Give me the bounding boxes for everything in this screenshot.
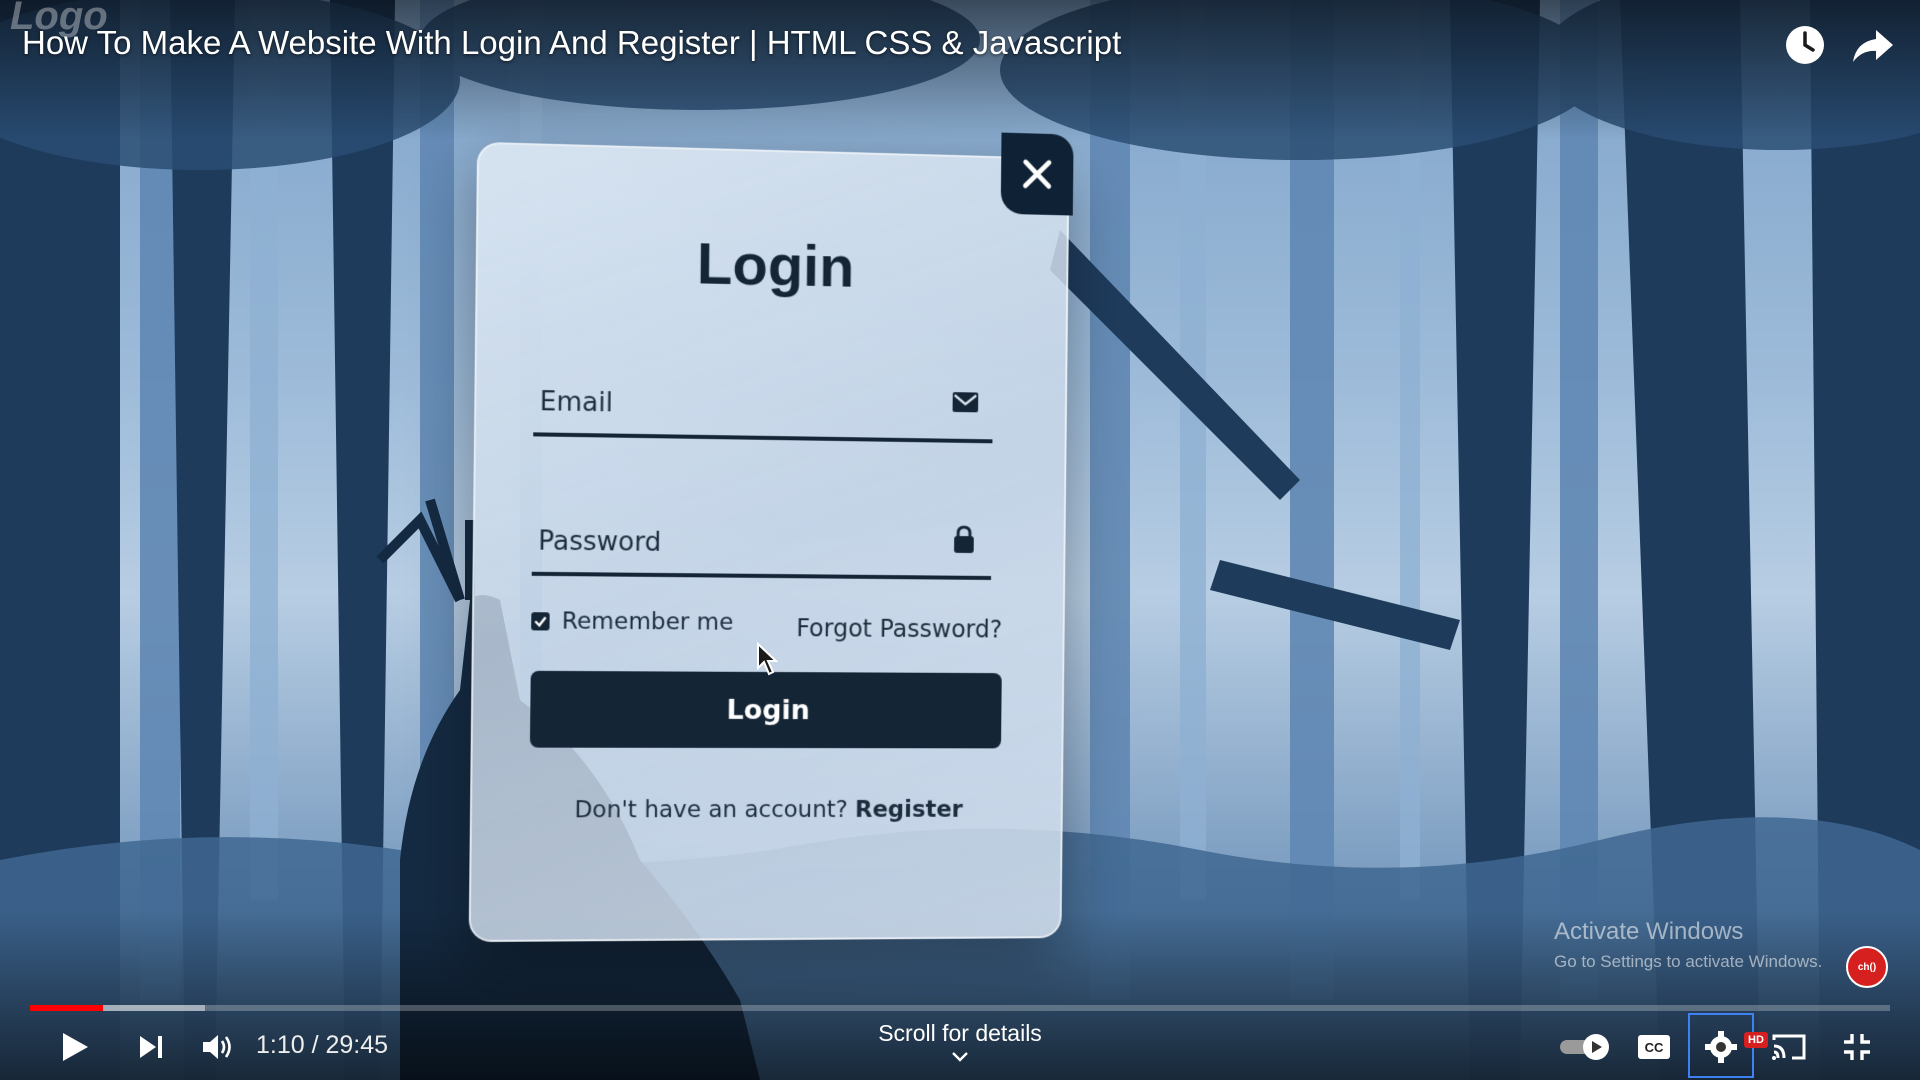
login-title: Login [478,225,1067,305]
clock-icon [1780,20,1830,70]
progress-played [30,1005,103,1011]
progress-bar[interactable] [30,1005,1890,1011]
scroll-hint-label: Scroll for details [878,1020,1042,1046]
hd-badge: HD [1744,1032,1768,1048]
checkbox-checked[interactable] [531,612,550,630]
close-button[interactable] [1001,133,1074,216]
exit-fullscreen-button[interactable] [1836,1022,1878,1072]
chevron-down-icon [950,1051,970,1063]
password-input[interactable] [538,519,929,567]
watch-later-button[interactable] [1780,20,1830,70]
skip-next-icon [137,1033,165,1061]
share-button[interactable] [1848,20,1898,70]
register-prompt: Don't have an account? [574,797,848,823]
time-display: 1:10 / 29:45 [256,1031,388,1060]
login-submit-button[interactable]: Login [530,671,1002,749]
cast-icon [1770,1032,1808,1062]
check-icon [533,614,547,628]
video-title[interactable]: How To Make A Website With Login And Reg… [22,24,1121,62]
register-link[interactable]: Register [855,797,963,823]
lock-icon [950,524,978,554]
register-row: Don't have an account? Register [472,797,1061,824]
envelope-icon [952,387,980,417]
volume-button[interactable] [196,1022,240,1072]
email-input[interactable] [539,380,930,431]
autoplay-toggle-icon [1558,1031,1614,1063]
login-card: Login Remember me Forgot Password? Login [469,142,1070,942]
mouse-cursor-icon [756,642,778,676]
share-icon [1848,20,1898,70]
next-button[interactable] [130,1022,172,1072]
watermark-line-1: Activate Windows [1554,918,1822,946]
play-button[interactable] [52,1022,98,1072]
windows-activation-watermark: Activate Windows Go to Settings to activ… [1554,918,1822,972]
top-gradient [0,0,1920,140]
gear-icon [1704,1030,1738,1064]
volume-icon [201,1032,235,1062]
exit-fullscreen-icon [1842,1032,1872,1062]
video-frame[interactable]: Logo Login Remember me Forgo [0,0,1920,1080]
cast-button[interactable] [1766,1022,1812,1072]
close-icon [1019,156,1054,193]
subscribe-badge[interactable]: ch() [1846,946,1888,988]
play-icon [60,1031,90,1063]
email-field-wrapper [533,366,993,444]
autoplay-toggle[interactable] [1556,1022,1616,1072]
captions-button[interactable]: CC [1634,1022,1674,1072]
remember-me-label: Remember me [562,608,734,635]
closed-captions-icon: CC [1637,1034,1671,1060]
remember-me-checkbox[interactable]: Remember me [531,608,733,636]
password-field-wrapper [532,505,992,580]
svg-text:CC: CC [1645,1040,1664,1055]
settings-button[interactable] [1698,1022,1744,1072]
forgot-password-link[interactable]: Forgot Password? [796,614,1002,643]
scroll-for-details[interactable]: Scroll for details [860,1020,1060,1063]
watermark-line-2: Go to Settings to activate Windows. [1554,952,1822,972]
